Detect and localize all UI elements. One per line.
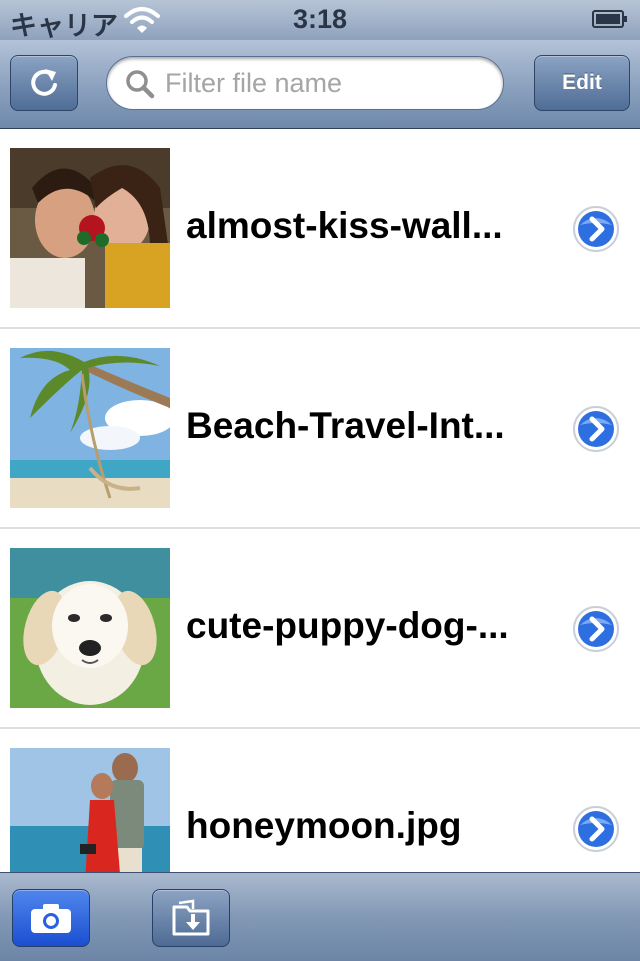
list-item[interactable]: honeymoon.jpg	[0, 729, 640, 872]
file-name: almost-kiss-wall...	[186, 205, 503, 246]
camera-button[interactable]	[12, 889, 90, 947]
disclosure-button-icon[interactable]	[572, 405, 620, 453]
status-bar: キャリア 3:18	[0, 0, 640, 41]
search-field[interactable]	[106, 56, 504, 110]
thumbnail-honeymoon	[10, 748, 170, 872]
edit-button[interactable]: Edit	[534, 55, 630, 111]
disclosure-button-icon[interactable]	[572, 805, 620, 853]
refresh-icon	[31, 69, 57, 96]
import-folder-icon	[172, 899, 210, 936]
bottom-toolbar	[0, 872, 640, 961]
file-name: honeymoon.jpg	[186, 805, 462, 846]
import-button[interactable]	[152, 889, 230, 947]
battery-icon	[592, 10, 627, 28]
list-item[interactable]: almost-kiss-wall...	[0, 129, 640, 329]
navigation-bar: Edit	[0, 40, 640, 129]
search-input[interactable]	[165, 65, 485, 101]
refresh-button[interactable]	[10, 55, 78, 111]
list-item[interactable]: Beach-Travel-Int...	[0, 329, 640, 529]
file-name: cute-puppy-dog-...	[186, 605, 509, 646]
file-list: almost-kiss-wall... Beach-Travel-Int...	[0, 129, 640, 872]
disclosure-button-icon[interactable]	[572, 605, 620, 653]
thumbnail-puppy	[10, 548, 170, 708]
file-name: Beach-Travel-Int...	[186, 405, 505, 446]
list-item[interactable]: cute-puppy-dog-...	[0, 529, 640, 729]
status-time: 3:18	[292, 4, 348, 34]
camera-icon	[31, 904, 71, 933]
thumbnail-couple-rose	[10, 148, 170, 308]
thumbnail-beach-palm	[10, 348, 170, 508]
disclosure-button-icon[interactable]	[572, 205, 620, 253]
search-icon	[126, 70, 155, 99]
